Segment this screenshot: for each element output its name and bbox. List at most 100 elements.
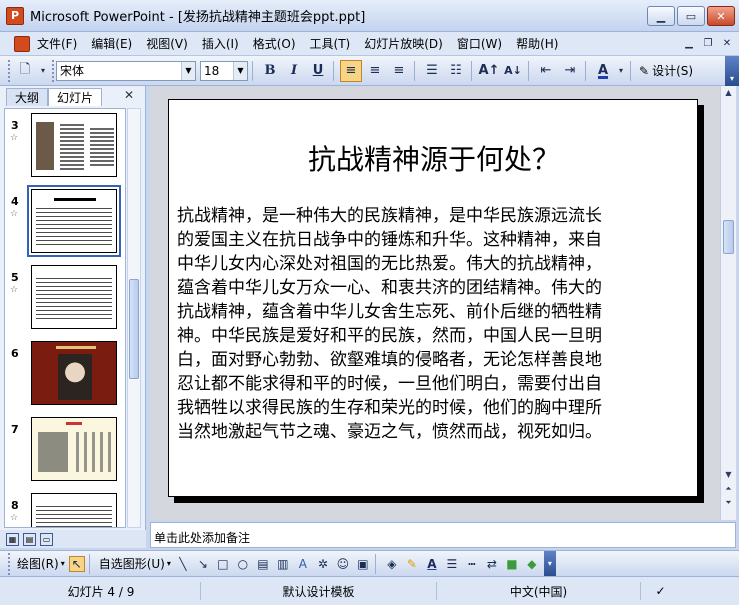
slideshow-view-icon[interactable]: ▭: [40, 532, 53, 546]
doc-close-icon[interactable]: ✕: [719, 35, 735, 51]
insert-picture-icon[interactable]: ▣: [355, 556, 371, 572]
slide-title[interactable]: 抗战精神源于何处？: [169, 138, 699, 178]
decrease-indent-button[interactable]: ⇤: [535, 60, 557, 82]
line-style-icon[interactable]: ☰: [444, 556, 460, 572]
menu-help[interactable]: 帮助(H): [509, 35, 565, 52]
decrease-font-button[interactable]: A↓: [502, 60, 524, 82]
shadow-style-icon[interactable]: ■: [504, 556, 520, 572]
align-center-button[interactable]: ≡: [364, 60, 386, 82]
design-button[interactable]: ✎ 设计(S): [639, 62, 693, 79]
window-title: Microsoft PowerPoint - [发扬抗战精神主题班会ppt.pp…: [30, 10, 366, 25]
next-slide-icon[interactable]: ⏷: [723, 498, 734, 510]
document-menu-icon[interactable]: [14, 35, 30, 52]
slide-thumbnail-7[interactable]: [31, 417, 117, 481]
arrow-tool-icon[interactable]: ↘: [195, 556, 211, 572]
maximize-icon: ▭: [685, 9, 697, 23]
clip-art-icon[interactable]: ☺: [335, 556, 351, 572]
align-left-button[interactable]: ≡: [340, 59, 362, 82]
increase-indent-button[interactable]: ⇥: [559, 60, 581, 82]
slide-number: 7: [11, 423, 19, 436]
current-slide[interactable]: 抗战精神源于何处？ 抗战精神，是一种伟大的民族精神，是中华民族源远流长 的爱国主…: [168, 99, 698, 497]
menu-edit[interactable]: 编辑(E): [84, 35, 139, 52]
toolbar-overflow-icon[interactable]: ▾: [543, 550, 556, 577]
menu-format[interactable]: 格式(O): [246, 35, 303, 52]
menu-insert[interactable]: 插入(I): [195, 35, 246, 52]
underline-button[interactable]: U: [307, 60, 329, 82]
vertical-text-box-icon[interactable]: ▥: [275, 556, 291, 572]
slide-body[interactable]: 抗战精神，是一种伟大的民族精神，是中华民族源远流长 的爱国主义在抗日战争中的锤炼…: [177, 204, 693, 444]
toolbar-grip[interactable]: [8, 59, 12, 82]
tab-outline[interactable]: 大纲: [6, 88, 49, 106]
diagram-icon[interactable]: ✲: [315, 556, 331, 572]
autoshapes-label: 自选图形(U): [98, 557, 165, 571]
slide-thumbnail-5[interactable]: [31, 265, 117, 329]
font-name-select[interactable]: 宋体 ▼: [56, 60, 196, 81]
numbering-button[interactable]: ☰: [421, 60, 443, 82]
notes-pane[interactable]: 单击此处添加备注: [150, 522, 736, 548]
slide-editor: 抗战精神源于何处？ 抗战精神，是一种伟大的民族精神，是中华民族源远流长 的爱国主…: [150, 86, 720, 520]
pane-close-icon[interactable]: ✕: [124, 88, 134, 102]
font-color-button[interactable]: A: [592, 60, 614, 82]
slide-thumbnail-4[interactable]: [27, 185, 121, 257]
editor-scrollbar[interactable]: ▲ ▼ ⏶ ⏷: [720, 86, 736, 520]
maximize-button[interactable]: ▭: [677, 6, 705, 26]
thumbnail-scrollbar[interactable]: [127, 108, 141, 528]
3d-style-icon[interactable]: ◆: [524, 556, 540, 572]
new-document-icon[interactable]: 🗋: [14, 60, 36, 82]
doc-minimize-icon[interactable]: ▁: [681, 35, 697, 51]
powerpoint-app-icon[interactable]: P: [6, 6, 24, 25]
autoshapes-button[interactable]: 自选图形(U) ▾: [99, 555, 171, 572]
scrollbar-thumb[interactable]: [129, 279, 139, 379]
list-item: 5 ☆: [5, 265, 125, 335]
thumbnail-photo: [38, 432, 68, 472]
wordart-icon[interactable]: A: [295, 556, 311, 572]
scroll-down-icon[interactable]: ▼: [723, 470, 734, 482]
slide-thumbnail-6[interactable]: [31, 341, 117, 405]
align-right-button[interactable]: ≡: [388, 60, 410, 82]
draw-menu-button[interactable]: 绘图(R) ▾: [17, 555, 65, 572]
menu-view[interactable]: 视图(V): [139, 35, 195, 52]
slide-thumbnail-3[interactable]: [31, 113, 117, 177]
body-line: 忍让都不能求得和平的时候，一旦他们明白，需要付出自: [177, 374, 602, 394]
menu-slideshow[interactable]: 幻灯片放映(D): [357, 35, 450, 52]
body-line: 蕴含着中华儿女万众一心、和衷共济的团结精神。伟大的: [177, 278, 602, 298]
close-button[interactable]: ✕: [707, 6, 735, 26]
bold-button[interactable]: B: [259, 60, 281, 82]
menu-tools[interactable]: 工具(T): [303, 35, 358, 52]
scrollbar-thumb[interactable]: [723, 220, 734, 254]
select-pointer-icon[interactable]: ↖: [68, 555, 85, 572]
normal-view-icon[interactable]: ▦: [6, 532, 19, 546]
list-item: 4 ☆: [5, 185, 125, 259]
align-left-icon: ≡: [345, 63, 357, 78]
scroll-up-icon[interactable]: ▲: [723, 88, 734, 100]
dash-style-icon[interactable]: ┅: [464, 556, 480, 572]
arrow-style-icon[interactable]: ⇄: [484, 556, 500, 572]
menu-window[interactable]: 窗口(W): [450, 35, 509, 52]
line-tool-icon[interactable]: ╲: [175, 556, 191, 572]
toolbar-grip[interactable]: [8, 552, 12, 575]
slide-sorter-view-icon[interactable]: ▤: [23, 532, 36, 546]
rectangle-tool-icon[interactable]: □: [215, 556, 231, 572]
fill-color-icon[interactable]: ◈: [384, 556, 400, 572]
increase-font-button[interactable]: A↑: [478, 60, 500, 82]
font-color-icon[interactable]: A: [424, 556, 440, 572]
toolbar-overflow-icon[interactable]: ▾: [725, 56, 739, 86]
slide-number: 4: [11, 195, 19, 208]
slide-number: 3: [11, 119, 19, 132]
oval-tool-icon[interactable]: ○: [235, 556, 251, 572]
tab-slides[interactable]: 幻灯片: [48, 88, 103, 106]
font-size-select[interactable]: 18 ▼: [200, 60, 248, 81]
italic-button[interactable]: I: [283, 60, 305, 82]
toolbar-options-icon[interactable]: ▾: [38, 60, 48, 82]
menu-file[interactable]: 文件(F): [30, 35, 84, 52]
minimize-button[interactable]: ▁: [647, 6, 675, 26]
spelling-check-icon[interactable]: ✓: [640, 582, 680, 600]
font-color-dropdown[interactable]: ▾: [616, 60, 626, 82]
chevron-down-icon: ▾: [166, 559, 171, 568]
doc-restore-icon[interactable]: ❐: [700, 35, 716, 51]
previous-slide-icon[interactable]: ⏶: [723, 484, 734, 496]
bullets-button[interactable]: ☷: [445, 60, 467, 82]
slide-thumbnail-8[interactable]: [31, 493, 117, 527]
text-box-icon[interactable]: ▤: [255, 556, 271, 572]
line-color-icon[interactable]: ✎: [404, 556, 420, 572]
